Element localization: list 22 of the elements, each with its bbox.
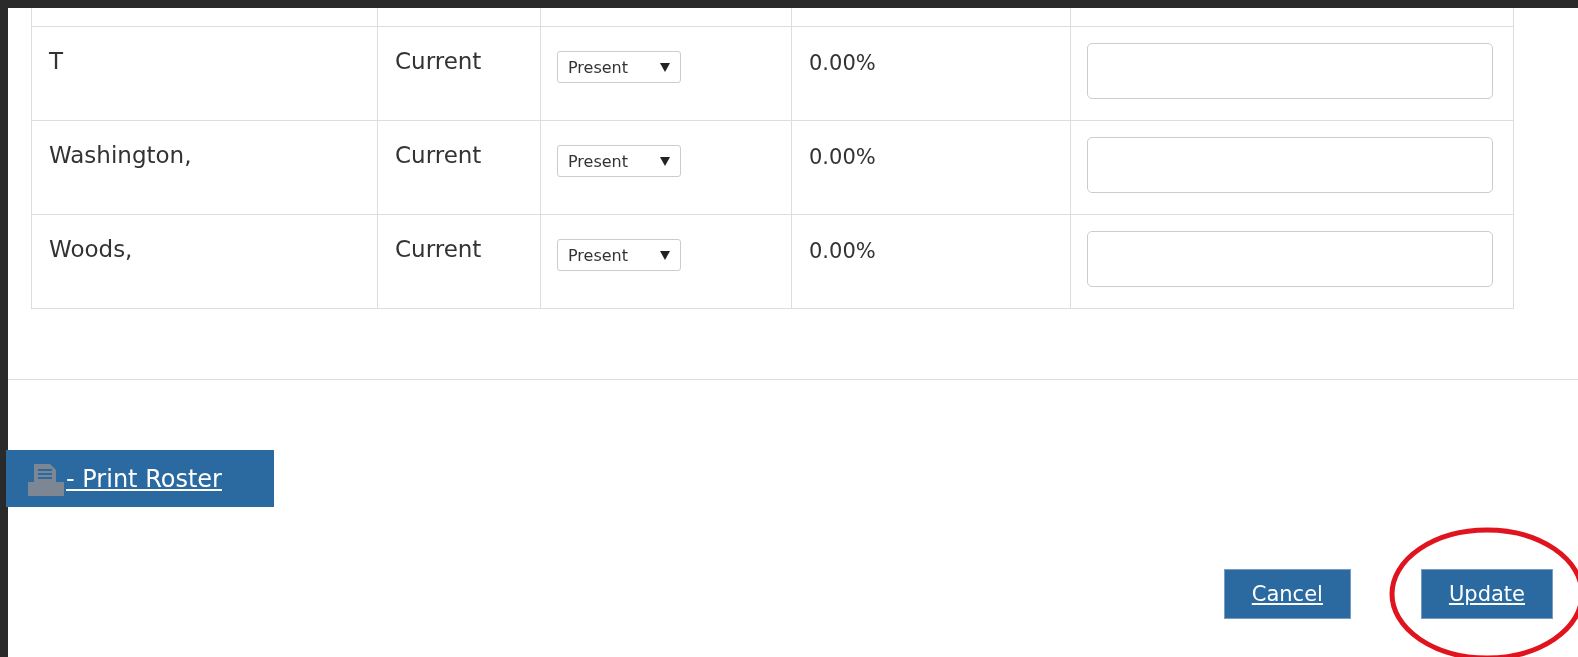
percent-text: 0.00% [808, 50, 877, 75]
status-text: Current [394, 141, 483, 168]
attendance-dropdown[interactable]: Present [557, 51, 681, 83]
action-button[interactable]: Update [1420, 569, 1553, 619]
action-button[interactable]: Cancel [1223, 569, 1351, 619]
attendance-dropdown[interactable]: Present [557, 239, 681, 271]
student-name: Washington, [48, 141, 193, 168]
printer-icon [26, 461, 66, 496]
percent-text: 0.00% [808, 144, 877, 169]
caret-icon [660, 250, 670, 260]
input-field[interactable] [1087, 231, 1493, 287]
student-name: Woods, [48, 235, 134, 262]
attendance-dropdown[interactable]: Present [557, 145, 681, 177]
caret-icon [660, 62, 670, 72]
status-text: Current [394, 235, 483, 262]
print-roster-button[interactable]: - Print Roster [6, 450, 274, 507]
input-field[interactable] [1087, 137, 1493, 193]
caret-icon [660, 156, 670, 166]
input-field[interactable] [1087, 43, 1493, 99]
percent-text: 0.00% [808, 238, 877, 263]
student-name: T [48, 47, 65, 74]
status-text: Current [394, 47, 483, 74]
